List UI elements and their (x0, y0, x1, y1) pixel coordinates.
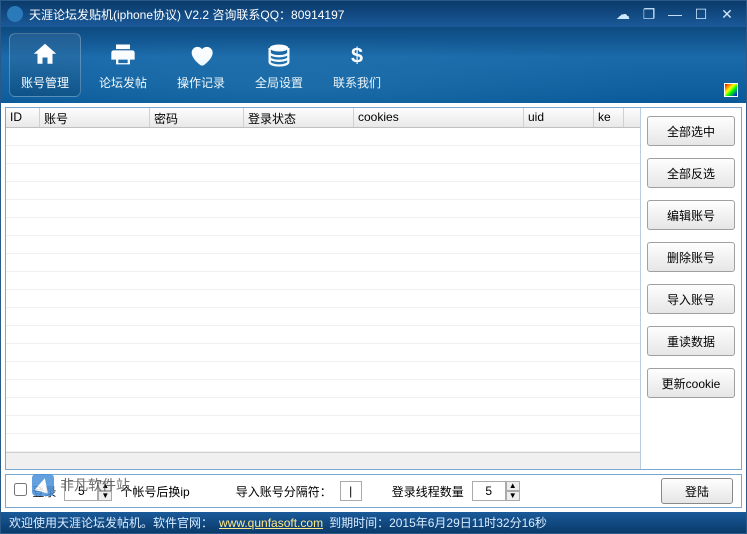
main-toolbar: 账号管理 论坛发帖 操作记录 全局设置 $ 联系我们 (1, 27, 746, 103)
table-row[interactable] (6, 254, 640, 272)
stack-icon (264, 40, 294, 70)
status-expire: 到期时间：2015年6月29日11时32分16秒 (329, 514, 547, 531)
thread-count-label: 登录线程数量 (392, 483, 464, 500)
table-row[interactable] (6, 434, 640, 452)
column-header-uid[interactable]: uid (524, 108, 594, 127)
horizontal-scrollbar[interactable] (6, 452, 640, 469)
table-row[interactable] (6, 326, 640, 344)
column-header-id[interactable]: ID (6, 108, 40, 127)
tab-label: 账号管理 (21, 74, 69, 91)
table-row[interactable] (6, 182, 640, 200)
down-arrow-icon[interactable]: ▼ (506, 491, 520, 501)
side-btn-edit[interactable]: 编辑账号 (647, 200, 735, 230)
login-checkbox[interactable]: 登录 (14, 483, 56, 500)
table-row[interactable] (6, 146, 640, 164)
tab-label: 联系我们 (333, 74, 381, 91)
table-row[interactable] (6, 128, 640, 146)
tab-forum-post[interactable]: 论坛发帖 (87, 33, 159, 97)
status-welcome: 欢迎使用天涯论坛发帖机。软件官网： (9, 514, 213, 531)
side-btn-import[interactable]: 导入账号 (647, 284, 735, 314)
printer-icon (108, 40, 138, 70)
login-count-stepper[interactable]: ▲▼ (64, 481, 112, 501)
column-header-password[interactable]: 密码 (150, 108, 244, 127)
column-header-ke[interactable]: ke (594, 108, 624, 127)
table-row[interactable] (6, 362, 640, 380)
side-btn-update_cookie[interactable]: 更新cookie (647, 368, 735, 398)
table-row[interactable] (6, 308, 640, 326)
table-row[interactable] (6, 398, 640, 416)
table-row[interactable] (6, 164, 640, 182)
table-row[interactable] (6, 344, 640, 362)
close-icon[interactable]: ✕ (714, 5, 740, 23)
side-btn-invert[interactable]: 全部反选 (647, 158, 735, 188)
column-header-status[interactable]: 登录状态 (244, 108, 354, 127)
maximize-icon[interactable]: ☐ (688, 5, 714, 23)
down-arrow-icon[interactable]: ▼ (98, 491, 112, 501)
tab-global-settings[interactable]: 全局设置 (243, 33, 315, 97)
statusbar: 欢迎使用天涯论坛发帖机。软件官网： www.qunfasoft.com 到期时间… (1, 512, 746, 533)
home-icon (30, 40, 60, 70)
up-arrow-icon[interactable]: ▲ (506, 481, 520, 491)
window-title: 天涯论坛发贴机(iphone协议) V2.2 咨询联系QQ：80914197 (29, 6, 610, 23)
titlebar[interactable]: 天涯论坛发贴机(iphone协议) V2.2 咨询联系QQ：80914197 ☁… (1, 1, 746, 27)
color-icon[interactable] (724, 83, 738, 97)
thread-count-input[interactable] (472, 481, 506, 501)
status-url[interactable]: www.qunfasoft.com (219, 516, 323, 530)
grid-header: ID账号密码登录状态cookiesuidke (6, 108, 640, 128)
import-separator-label: 导入账号分隔符： (236, 483, 332, 500)
table-row[interactable] (6, 236, 640, 254)
tab-contact-us[interactable]: $ 联系我们 (321, 33, 393, 97)
column-header-account[interactable]: 账号 (40, 108, 150, 127)
svg-text:$: $ (351, 42, 363, 67)
import-separator-input[interactable] (340, 481, 362, 501)
minimize-icon[interactable]: — (662, 5, 688, 23)
thread-count-stepper[interactable]: ▲▼ (472, 481, 520, 501)
login-button[interactable]: 登陆 (661, 478, 733, 504)
bottom-controls: 登录 ▲▼ 个帐号后换ip 导入账号分隔符： 登录线程数量 ▲▼ 登陆 (5, 474, 742, 508)
tab-account-manage[interactable]: 账号管理 (9, 33, 81, 97)
sidebar: 全部选中全部反选编辑账号删除账号导入账号重读数据更新cookie (641, 108, 741, 469)
chat-icon[interactable]: ☁ (610, 5, 636, 23)
main-pane: ID账号密码登录状态cookiesuidke 全部选中全部反选编辑账号删除账号导… (5, 107, 742, 470)
tab-operation-log[interactable]: 操作记录 (165, 33, 237, 97)
tab-label: 全局设置 (255, 74, 303, 91)
login-count-input[interactable] (64, 481, 98, 501)
table-row[interactable] (6, 218, 640, 236)
column-header-cookies[interactable]: cookies (354, 108, 524, 127)
table-row[interactable] (6, 272, 640, 290)
table-row[interactable] (6, 416, 640, 434)
table-row[interactable] (6, 200, 640, 218)
tab-label: 操作记录 (177, 74, 225, 91)
table-row[interactable] (6, 380, 640, 398)
account-grid: ID账号密码登录状态cookiesuidke (6, 108, 641, 469)
side-btn-reload[interactable]: 重读数据 (647, 326, 735, 356)
login-suffix-label: 个帐号后换ip (120, 483, 189, 500)
app-window: 天涯论坛发贴机(iphone协议) V2.2 咨询联系QQ：80914197 ☁… (0, 0, 747, 534)
restore-icon[interactable]: ❐ (636, 5, 662, 23)
table-row[interactable] (6, 290, 640, 308)
up-arrow-icon[interactable]: ▲ (98, 481, 112, 491)
side-btn-select_all[interactable]: 全部选中 (647, 116, 735, 146)
heart-icon (186, 40, 216, 70)
app-icon (7, 6, 23, 22)
grid-body[interactable] (6, 128, 640, 452)
dollar-icon: $ (342, 40, 372, 70)
tab-label: 论坛发帖 (99, 74, 147, 91)
side-btn-delete[interactable]: 删除账号 (647, 242, 735, 272)
